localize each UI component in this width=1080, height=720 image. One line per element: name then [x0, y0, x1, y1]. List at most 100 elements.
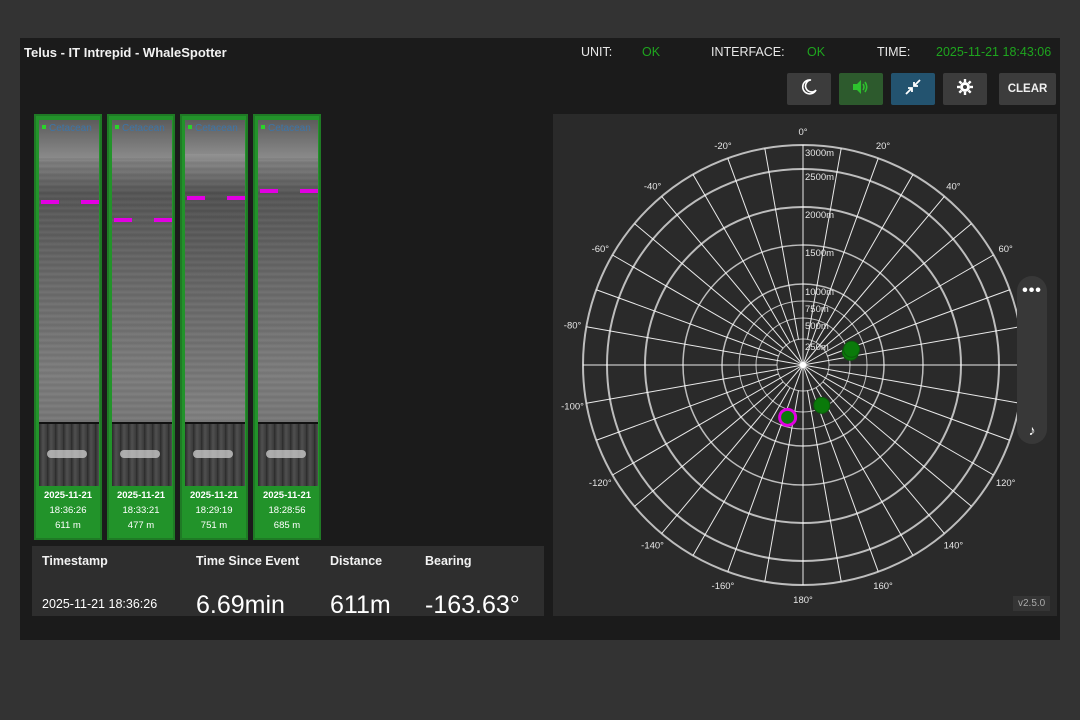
detection-marker [114, 218, 132, 222]
time-label: TIME: [877, 45, 911, 59]
bearing-label: 120° [996, 478, 1016, 489]
detection-card[interactable]: Cetacean 2025-11-21 18:29:19 751 m [180, 114, 248, 540]
detection-tag: Cetacean [49, 123, 92, 134]
detection-marker [300, 189, 318, 193]
range-label: 250m [805, 342, 829, 353]
bearing-spoke [596, 373, 779, 441]
detection-tag: Cetacean [195, 123, 238, 134]
timestamp-header: Timestamp [42, 554, 108, 568]
detection-marker [260, 189, 278, 193]
bearing-spoke [692, 387, 791, 556]
distance-header: Distance [330, 554, 383, 568]
detection-card[interactable]: Cetacean 2025-11-21 18:36:26 611 m [34, 114, 102, 540]
bearing-spoke [634, 223, 784, 349]
detection-marker [154, 218, 172, 222]
selected-target[interactable] [778, 407, 798, 427]
range-label: 1500m [805, 248, 834, 259]
bearing-label: 0° [798, 127, 807, 138]
time-value: 2025-11-21 18:43:06 [936, 45, 1052, 59]
polar-radar[interactable]: 0°20°40°60°80°100°120°140°160°180°-160°-… [553, 114, 1057, 616]
bearing-label: -140° [641, 540, 664, 551]
app-title: Telus - IT Intrepid - WhaleSpotter [24, 45, 227, 60]
bearing-spoke [822, 381, 972, 507]
range-label: 500m [805, 321, 829, 332]
side-drawer-tab[interactable]: ••• ♪ [1017, 276, 1047, 444]
bearing-label: -160° [712, 581, 735, 592]
bearing-spoke [827, 373, 1010, 441]
compress-view-button[interactable] [891, 73, 935, 105]
detection-date: 2025-11-21 [262, 490, 312, 501]
bearing-spoke [634, 381, 784, 507]
bearing-label: -100° [561, 402, 584, 413]
bearing-label: 180° [793, 595, 813, 606]
more-dots-icon[interactable]: ••• [1017, 282, 1047, 300]
speaker-icon [852, 79, 870, 100]
interface-label: INTERFACE: [711, 45, 785, 59]
clear-button[interactable]: CLEAR [999, 73, 1056, 105]
detection-date: 2025-11-21 [43, 490, 93, 501]
detection-time: 18:36:26 [49, 505, 87, 516]
radar-panel: 0°20°40°60°80°100°120°140°160°180°-160°-… [553, 114, 1057, 616]
detection-date: 2025-11-21 [189, 490, 239, 501]
bearing-value: -163.63° [425, 591, 520, 619]
range-label: 750m [805, 304, 829, 315]
header-bar: Telus - IT Intrepid - WhaleSpotter UNIT:… [20, 38, 1060, 68]
detection-image: Cetacean [39, 120, 99, 486]
bearing-spoke [815, 387, 914, 556]
range-label: 1000m [805, 287, 834, 298]
detection-card[interactable]: Cetacean 2025-11-21 18:28:56 685 m [253, 114, 321, 540]
radar-target[interactable] [813, 396, 831, 414]
bearing-spoke [692, 174, 791, 343]
time-since-value: 6.69min [196, 591, 285, 619]
detection-marker [227, 196, 245, 200]
bearing-label: -80° [564, 320, 582, 331]
detection-time: 18:29:19 [195, 505, 233, 516]
detection-marker [41, 200, 59, 204]
detection-image: Cetacean [185, 120, 245, 486]
settings-button[interactable] [943, 73, 987, 105]
bearing-label: -20° [714, 141, 732, 152]
app-window: Telus - IT Intrepid - WhaleSpotter UNIT:… [20, 38, 1060, 640]
unit-status: OK [642, 45, 661, 59]
detection-image: Cetacean [258, 120, 318, 486]
sound-toggle-button[interactable] [839, 73, 883, 105]
detection-image: Cetacean [112, 120, 172, 486]
detection-distance: 477 m [127, 520, 155, 531]
detection-distance: 685 m [273, 520, 301, 531]
detection-marker [81, 200, 99, 204]
detection-card[interactable]: Cetacean 2025-11-21 18:33:21 477 m [107, 114, 175, 540]
detection-time: 18:33:21 [122, 505, 160, 516]
distance-value: 611m [330, 591, 391, 619]
detection-marker [187, 196, 205, 200]
night-mode-button[interactable] [787, 73, 831, 105]
bearing-spoke [822, 223, 972, 349]
range-label: 2000m [805, 210, 834, 221]
bearing-label: 60° [998, 244, 1013, 255]
bearing-label: -40° [644, 182, 662, 193]
detection-tag: Cetacean [122, 123, 165, 134]
detection-distance: 611 m [55, 520, 81, 531]
timestamp-value: 2025-11-21 18:36:26 [42, 597, 158, 611]
range-label: 3000m [805, 148, 834, 159]
gear-icon [956, 78, 974, 101]
bearing-label: -60° [592, 244, 610, 255]
interface-status: OK [807, 45, 826, 59]
unit-label: UNIT: [581, 45, 613, 59]
event-details-panel: Timestamp Time Since Event Distance Bear… [32, 546, 544, 619]
radar-target[interactable] [843, 340, 861, 358]
version-label: v2.5.0 [1013, 596, 1051, 611]
bearing-label: 20° [876, 141, 891, 152]
detection-tag: Cetacean [268, 123, 311, 134]
time-since-header: Time Since Event [196, 554, 300, 568]
bearing-header: Bearing [425, 554, 472, 568]
radar-center [800, 362, 806, 368]
compress-icon [904, 78, 922, 101]
bearing-label: 160° [873, 581, 893, 592]
detection-distance: 751 m [200, 520, 228, 531]
detection-date: 2025-11-21 [116, 490, 166, 501]
bearing-label: 140° [944, 540, 964, 551]
detection-gallery: Cetacean 2025-11-21 18:36:26 611 m Cetac… [34, 114, 324, 540]
bearing-label: 40° [946, 182, 961, 193]
range-label: 2500m [805, 172, 834, 183]
music-note-icon[interactable]: ♪ [1017, 422, 1047, 438]
